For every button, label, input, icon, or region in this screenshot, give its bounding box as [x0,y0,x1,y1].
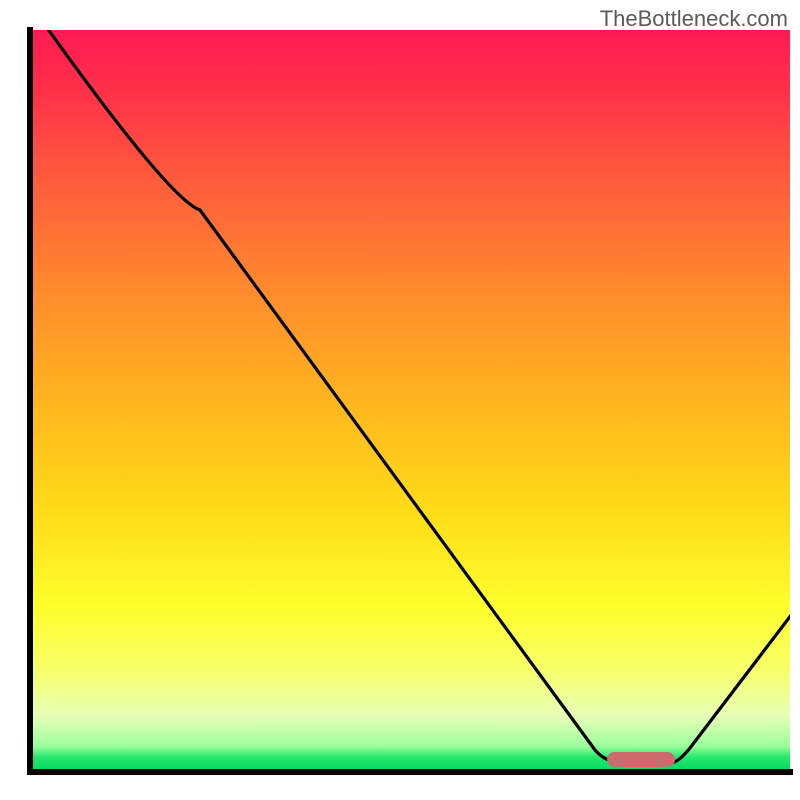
optimal-range-marker [607,752,675,767]
y-axis [27,27,33,775]
chart-plot-area [30,30,790,772]
x-axis [27,769,793,775]
watermark-text: TheBottleneck.com [600,6,788,32]
bottleneck-curve-path [45,30,790,763]
curve-svg [30,30,790,772]
